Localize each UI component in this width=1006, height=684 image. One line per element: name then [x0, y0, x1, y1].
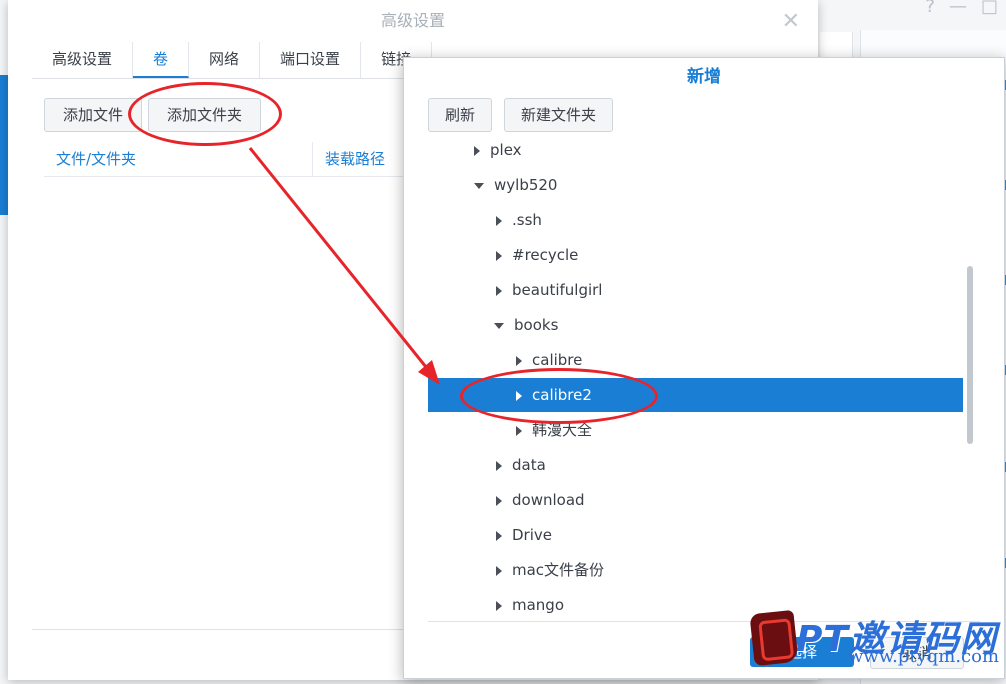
- new-dialog: 新增 刷新 新建文件夹 plex wylb520 .ssh #recycle b…: [403, 57, 1005, 679]
- refresh-button[interactable]: 刷新: [428, 98, 493, 132]
- tree-node-label: mac文件备份: [512, 561, 605, 579]
- tree-node-label: #recycle: [512, 246, 579, 264]
- caret-right-icon[interactable]: [496, 250, 502, 261]
- dialog-title: 新增: [687, 67, 721, 87]
- caret-right-icon[interactable]: [496, 600, 502, 611]
- caret-down-icon[interactable]: [494, 322, 504, 329]
- watermark-url: www.ptyqm.com: [848, 646, 1000, 667]
- annotation-ellipse-calibre2: [460, 368, 658, 424]
- tree-node-label: mango: [512, 596, 565, 614]
- minimize-icon[interactable]: —: [949, 0, 967, 17]
- tree-node-label: wylb520: [494, 176, 558, 194]
- caret-right-icon[interactable]: [496, 495, 502, 506]
- help-icon[interactable]: ?: [925, 0, 935, 17]
- tree-node[interactable]: data: [428, 448, 963, 482]
- tree-node[interactable]: download: [428, 483, 963, 517]
- dialog-title: 高级设置: [380, 11, 445, 30]
- column-header-mount-path[interactable]: 装载路径: [313, 142, 385, 176]
- background-accent-strip: [0, 75, 8, 215]
- tree-node[interactable]: #recycle: [428, 238, 963, 272]
- annotation-ellipse-add-folder: [128, 82, 282, 146]
- caret-down-icon[interactable]: [474, 182, 484, 189]
- tree-node-label: calibre: [532, 351, 583, 369]
- caret-right-icon[interactable]: [496, 215, 502, 226]
- tree-node-label: plex: [490, 141, 522, 159]
- caret-right-icon[interactable]: [474, 145, 480, 156]
- seal-logo-icon: [749, 609, 799, 667]
- tab-network[interactable]: 网络: [189, 42, 261, 78]
- watermark: PT邀请码网 www.ptyqm.com: [749, 609, 1006, 684]
- caret-right-icon[interactable]: [516, 355, 522, 366]
- tree-node[interactable]: beautifulgirl: [428, 273, 963, 307]
- tree-node[interactable]: .ssh: [428, 203, 963, 237]
- divider: [32, 629, 412, 630]
- tree-node[interactable]: plex: [428, 133, 963, 167]
- tree-node-label: .ssh: [512, 211, 542, 229]
- column-header-file-folder[interactable]: 文件/文件夹: [44, 142, 313, 176]
- volume-table-header: 文件/文件夹 装载路径: [44, 142, 412, 177]
- caret-right-icon[interactable]: [516, 425, 522, 436]
- close-icon[interactable]: ✕: [782, 9, 800, 34]
- tree-node[interactable]: mac文件备份: [428, 553, 963, 587]
- tree-node-label: beautifulgirl: [512, 281, 603, 299]
- new-folder-button[interactable]: 新建文件夹: [504, 98, 614, 132]
- tree-node-label: books: [514, 316, 559, 334]
- tree-node[interactable]: wylb520: [428, 168, 963, 202]
- background-window-controls: ? — □: [925, 0, 998, 17]
- tree-node-label: data: [512, 456, 546, 474]
- maximize-icon[interactable]: □: [981, 0, 998, 17]
- tree-scrollbar[interactable]: [967, 266, 973, 444]
- caret-right-icon[interactable]: [496, 460, 502, 471]
- tree-node[interactable]: books: [428, 308, 963, 342]
- tab-port-settings[interactable]: 端口设置: [260, 42, 362, 78]
- tab-advanced-settings[interactable]: 高级设置: [32, 42, 134, 78]
- tree-node-label: Drive: [512, 526, 552, 544]
- caret-right-icon[interactable]: [496, 530, 502, 541]
- tree-node-label: download: [512, 491, 585, 509]
- tab-volume[interactable]: 卷: [133, 42, 190, 78]
- tree-node[interactable]: Drive: [428, 518, 963, 552]
- caret-right-icon[interactable]: [496, 285, 502, 296]
- caret-right-icon[interactable]: [496, 565, 502, 576]
